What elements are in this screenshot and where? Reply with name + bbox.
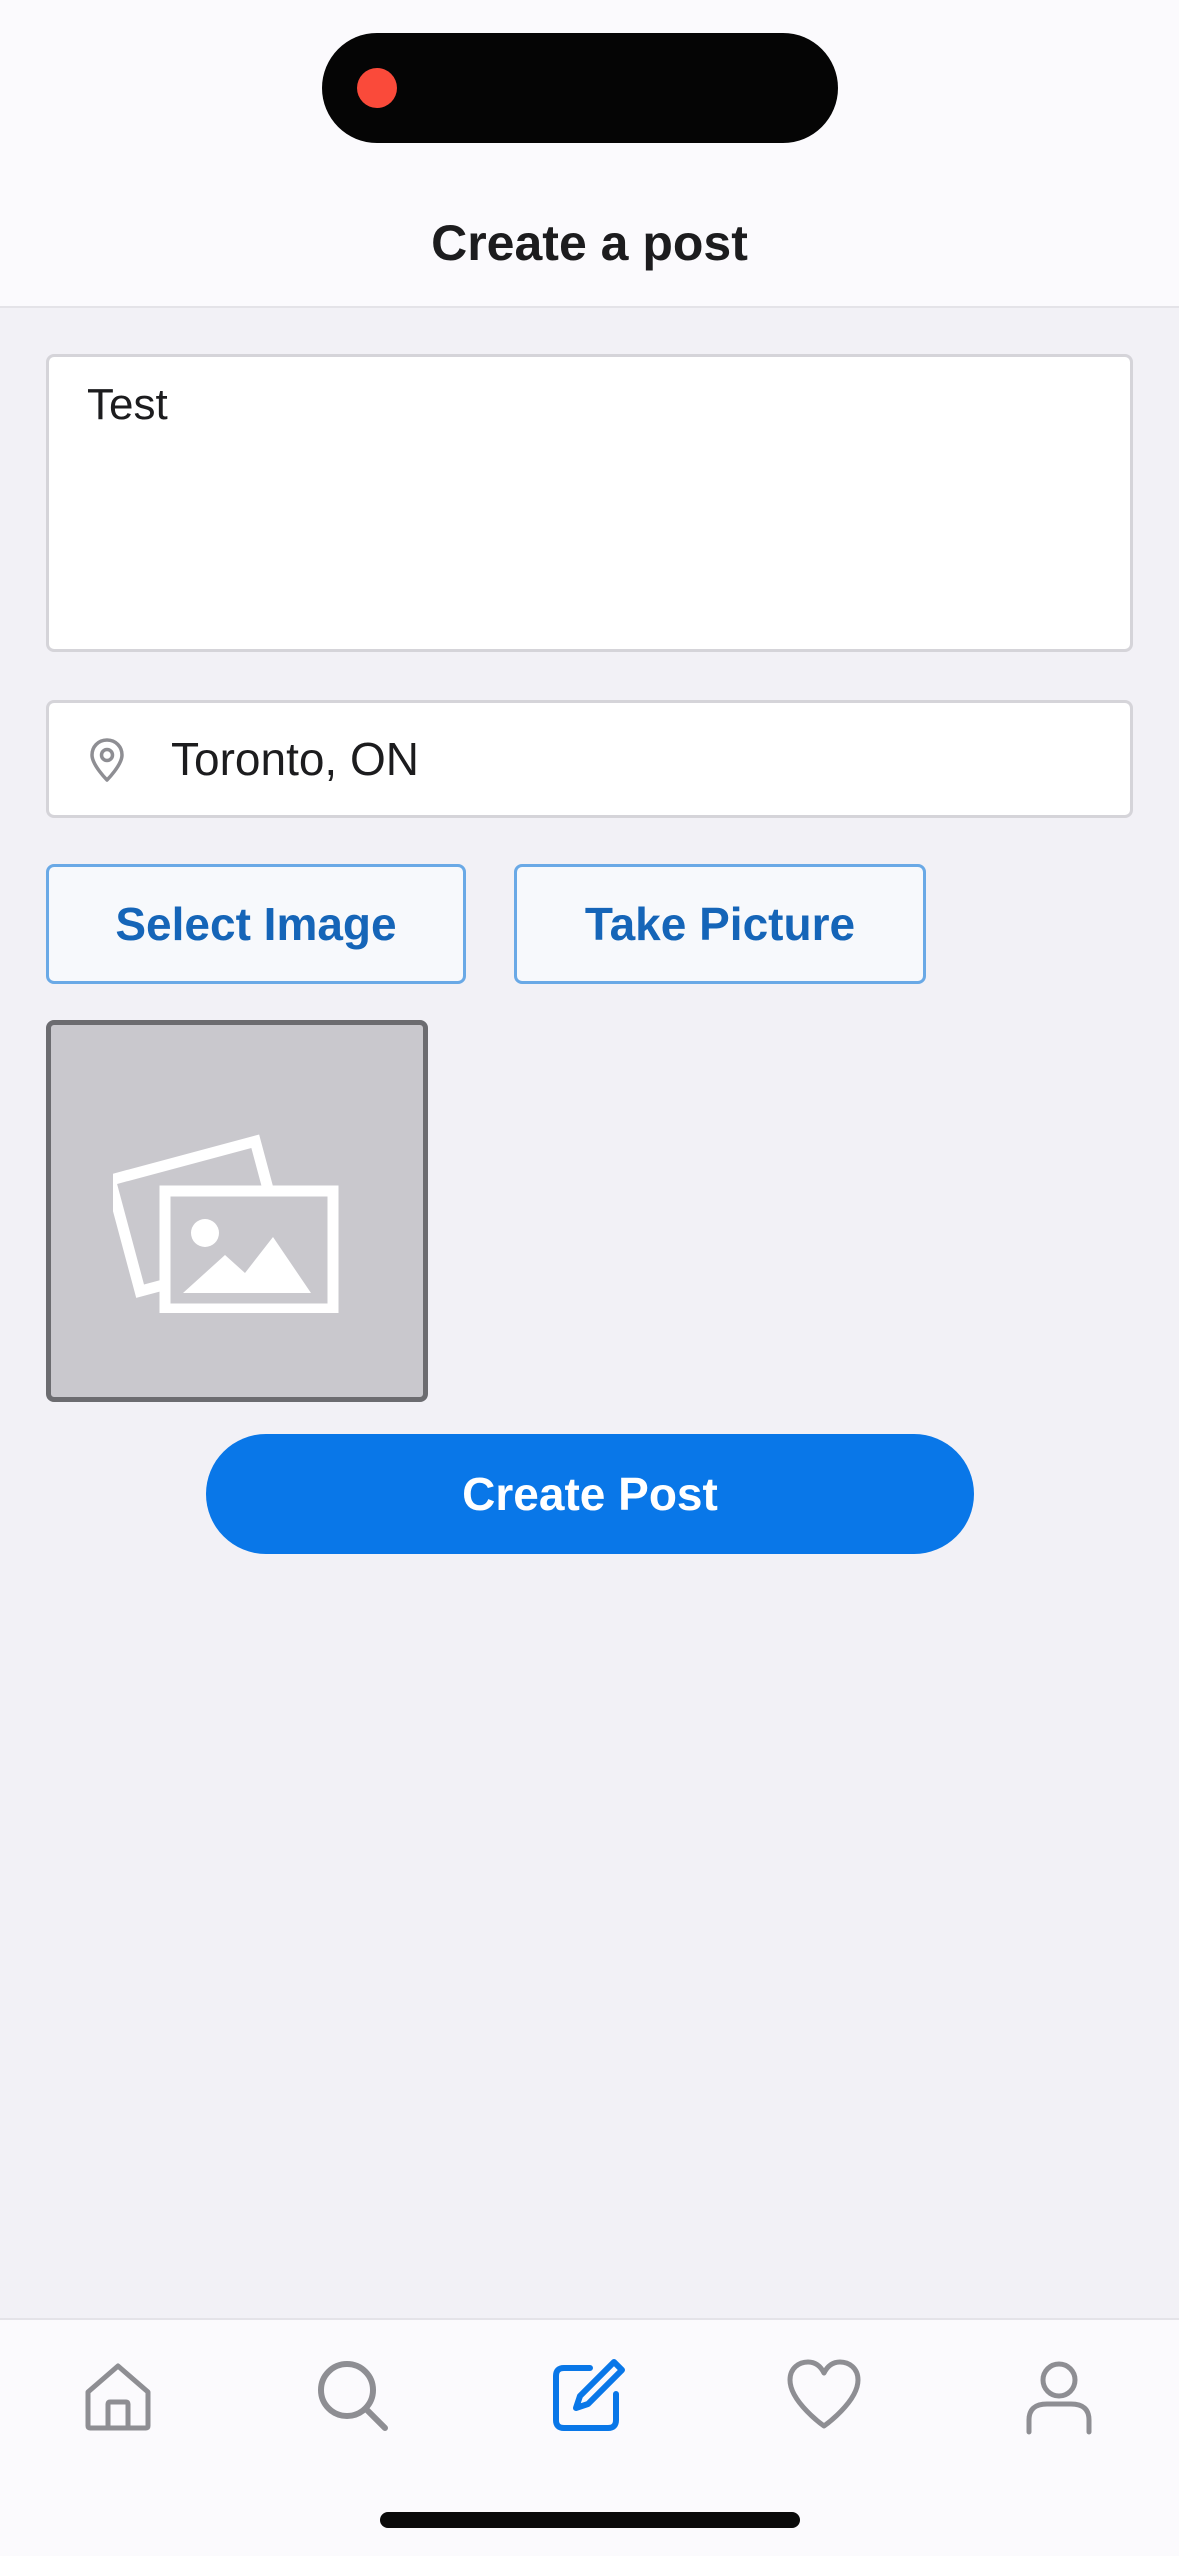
dynamic-island	[322, 33, 838, 143]
tab-home[interactable]	[78, 2356, 158, 2436]
tab-create[interactable]	[548, 2356, 628, 2436]
tab-search[interactable]	[313, 2356, 393, 2436]
compose-icon	[553, 2359, 625, 2431]
home-icon	[85, 2363, 151, 2431]
image-placeholder-icon	[113, 1134, 339, 1313]
location-pin-icon	[87, 737, 127, 783]
create-post-button[interactable]: Create Post	[206, 1434, 974, 1554]
take-picture-button[interactable]: Take Picture	[514, 864, 926, 984]
recording-indicator-icon	[357, 68, 397, 108]
home-indicator[interactable]	[380, 2512, 800, 2528]
tab-favorites[interactable]	[784, 2356, 864, 2436]
location-field[interactable]: Toronto, ON	[46, 700, 1133, 818]
profile-icon	[1026, 2361, 1092, 2435]
header: Create a post	[0, 0, 1179, 308]
location-value: Toronto, ON	[171, 733, 419, 785]
post-text-input[interactable]: Test	[46, 354, 1133, 652]
tab-profile[interactable]	[1019, 2356, 1099, 2436]
image-preview[interactable]	[46, 1020, 428, 1402]
search-icon	[318, 2361, 388, 2431]
page-title: Create a post	[431, 215, 748, 271]
heart-icon	[787, 2359, 861, 2429]
select-image-button[interactable]: Select Image	[46, 864, 466, 984]
tab-bar	[0, 2318, 1179, 2556]
